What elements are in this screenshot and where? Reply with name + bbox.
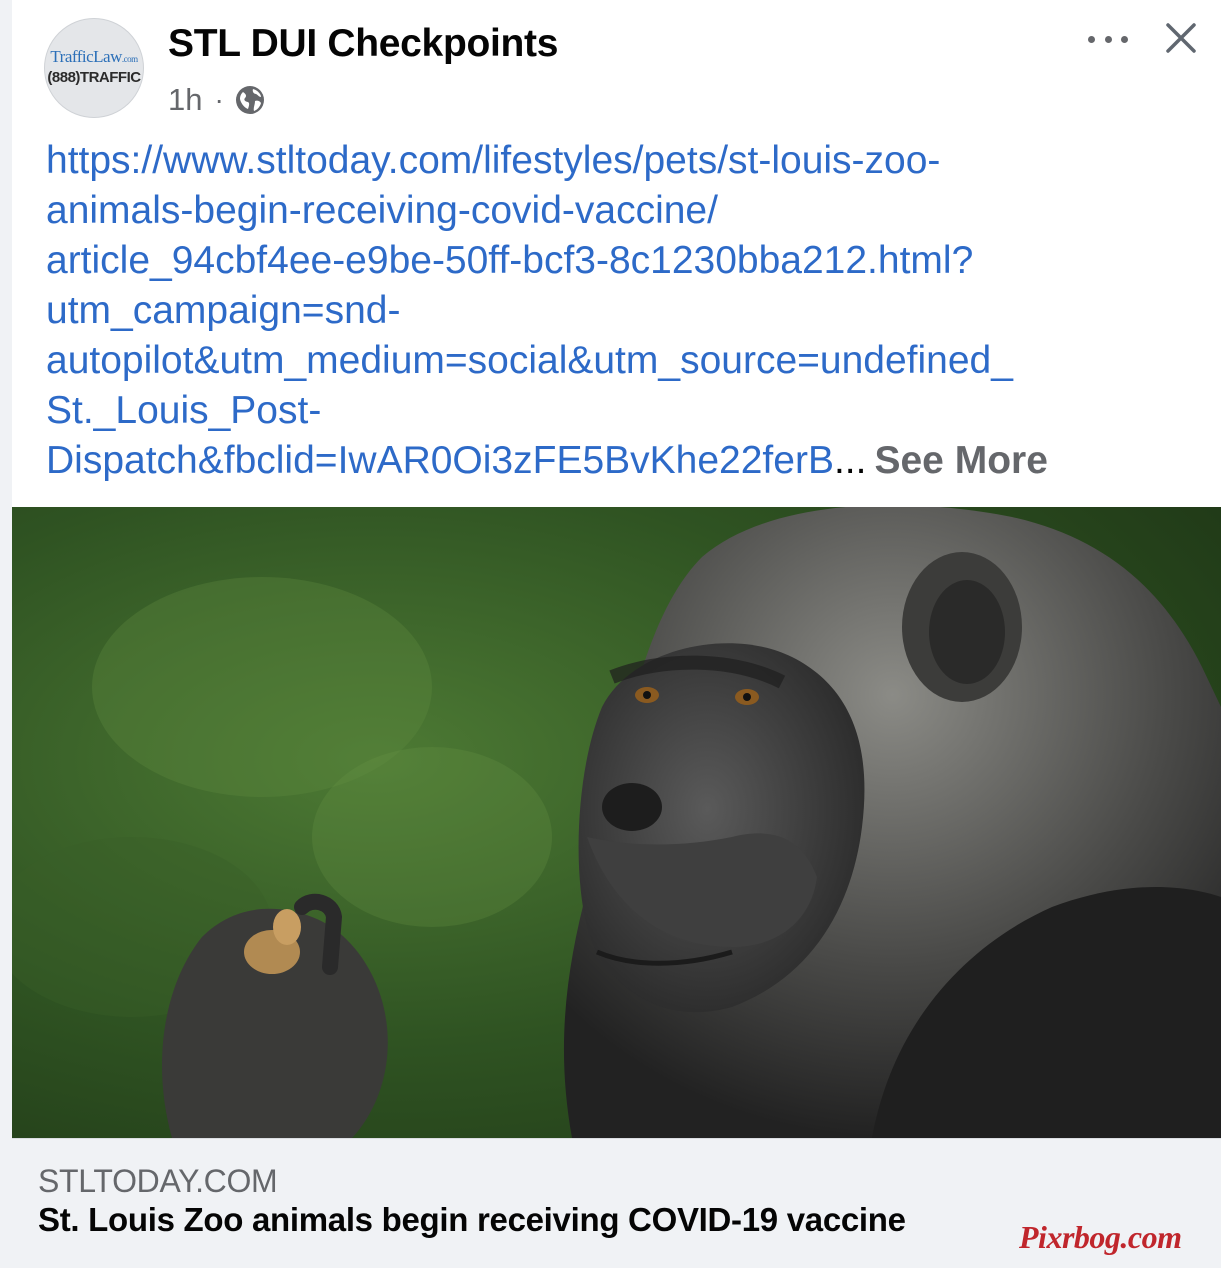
post-link-line[interactable]: autopilot&utm_medium=social&utm_source=u… (46, 336, 1206, 386)
chimpanzee-photo (12, 507, 1221, 1138)
avatar-brand-top: TrafficLaw.com (50, 47, 138, 66)
post-meta: 1h · (168, 80, 266, 120)
post-link-line[interactable]: St._Louis_Post- (46, 386, 1206, 436)
link-headline[interactable]: St. Louis Zoo animals begin receiving CO… (38, 1201, 906, 1239)
post-link-line[interactable]: animals-begin-receiving-covid-vaccine/ (46, 186, 1206, 236)
post-text: https://www.stltoday.com/lifestyles/pets… (46, 136, 1206, 486)
link-preview-image[interactable] (12, 507, 1221, 1138)
avatar[interactable]: TrafficLaw.com (888)TRAFFIC (44, 18, 144, 118)
post-link-line-last[interactable]: Dispatch&fbclid=IwAR0Oi3zFE5BvKhe22ferB.… (46, 436, 1206, 486)
link-domain: STLTODAY.COM (38, 1163, 278, 1199)
feed-post: TrafficLaw.com (888)TRAFFIC STL DUI Chec… (12, 0, 1221, 1268)
post-link-line[interactable]: https://www.stltoday.com/lifestyles/pets… (46, 136, 1206, 186)
link-preview-footer[interactable]: STLTODAY.COM St. Louis Zoo animals begin… (12, 1138, 1221, 1268)
page-name[interactable]: STL DUI Checkpoints (168, 22, 558, 66)
avatar-brand-bottom: (888)TRAFFIC (47, 69, 141, 86)
ellipsis: ... (833, 439, 867, 482)
post-link-text[interactable]: Dispatch&fbclid=IwAR0Oi3zFE5BvKhe22ferB (46, 439, 834, 482)
post-link-line[interactable]: article_94cbf4ee-e9be-50ff-bcf3-8c1230bb… (46, 236, 1206, 286)
close-icon[interactable] (1163, 20, 1199, 56)
more-options-icon[interactable] (1088, 22, 1128, 56)
post-link-line[interactable]: utm_campaign=snd- (46, 286, 1206, 336)
separator-dot: · (214, 84, 224, 115)
page-background (0, 0, 12, 1268)
see-more-button[interactable]: See More (874, 439, 1047, 482)
globe-icon[interactable] (234, 84, 266, 116)
watermark: Pixrbog.com (1019, 1219, 1182, 1255)
timestamp[interactable]: 1h (168, 82, 202, 118)
